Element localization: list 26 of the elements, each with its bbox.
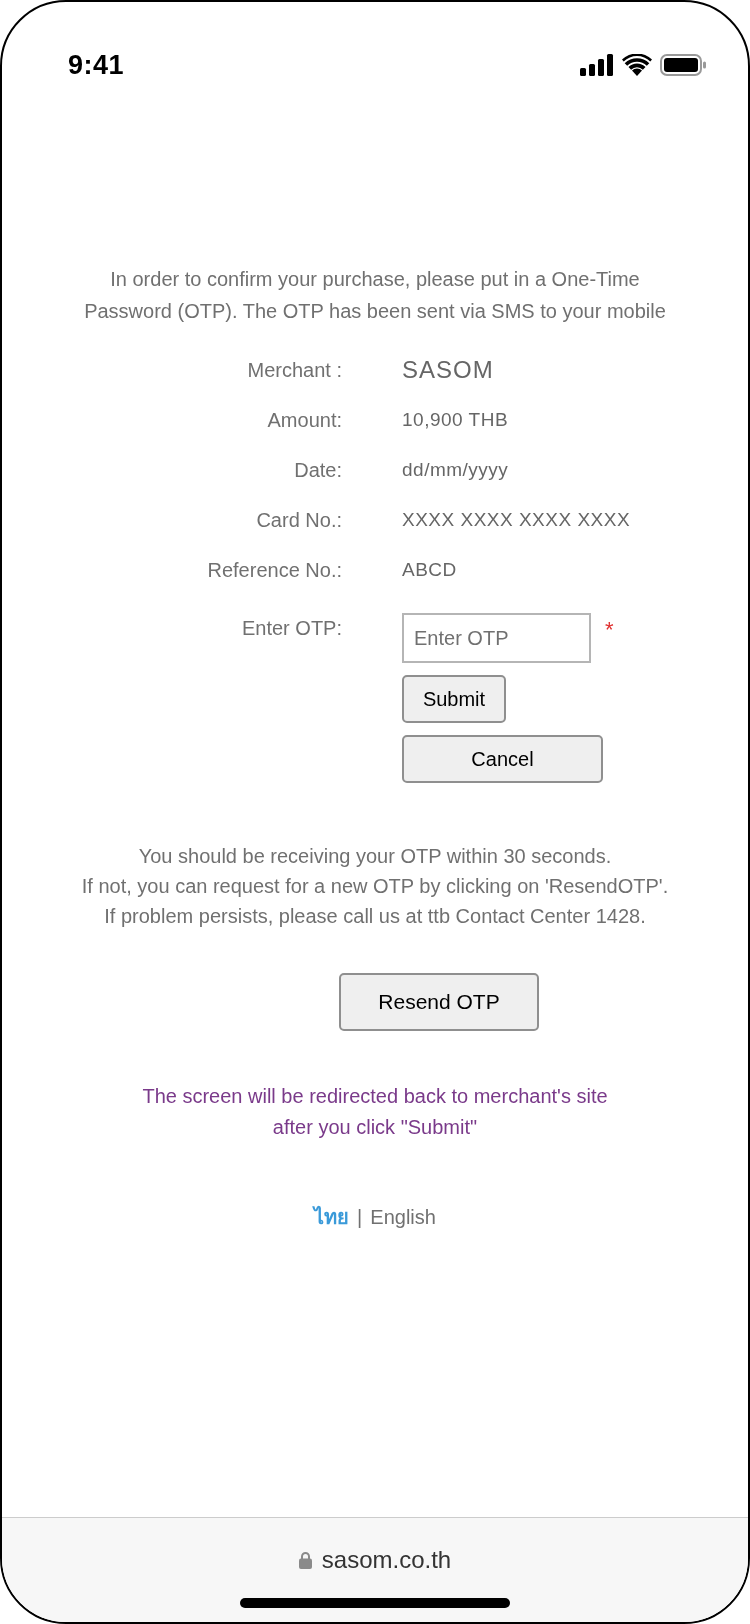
- signal-icon: [580, 54, 614, 76]
- detail-label: Merchant :: [247, 358, 342, 383]
- detail-value: 10,900 THB: [402, 408, 510, 432]
- separator: |: [357, 1205, 363, 1229]
- help-text: You should be receiving your OTP within 30 seconds. If not, you can request for a new OTP by clicking on 'ResendOTP'. If problem persists, please call us at ttb Contact Center 1428.: [81, 844, 669, 929]
- detail-value: SASOM: [402, 355, 495, 385]
- clock: 9:41: [68, 49, 125, 81]
- battery-icon: [660, 54, 706, 76]
- url-text[interactable]: sasom.co.th: [321, 1546, 452, 1574]
- detail-value: dd/mm/yyyy: [402, 458, 510, 482]
- instruction-text: In order to confirm your purchase, please put in a One-Time Password (OTP). The OTP has been sent via SMS to your mobile: [84, 267, 666, 324]
- otp-input-field[interactable]: Enter OTP: [402, 613, 591, 663]
- resend-otp-button[interactable]: Resend OTP: [339, 973, 539, 1031]
- detail-value: ABCD: [402, 558, 458, 582]
- otp-label: Enter OTP:: [241, 616, 342, 641]
- submit-button[interactable]: Submit: [402, 675, 506, 723]
- detail-label: Reference No.:: [207, 558, 342, 583]
- detail-value: XXXX XXXX XXXX XXXX: [402, 508, 632, 532]
- detail-label: Date:: [294, 458, 342, 483]
- required-mark: *: [605, 619, 614, 641]
- wifi-icon: [622, 54, 652, 76]
- redirect-note: The screen will be redirected back to merchant's site after you click "Submit": [142, 1084, 608, 1140]
- detail-label: Card No.:: [256, 508, 342, 533]
- cancel-button[interactable]: Cancel: [402, 735, 603, 783]
- language-link[interactable]: English: [370, 1205, 436, 1229]
- detail-label: Amount:: [267, 408, 342, 433]
